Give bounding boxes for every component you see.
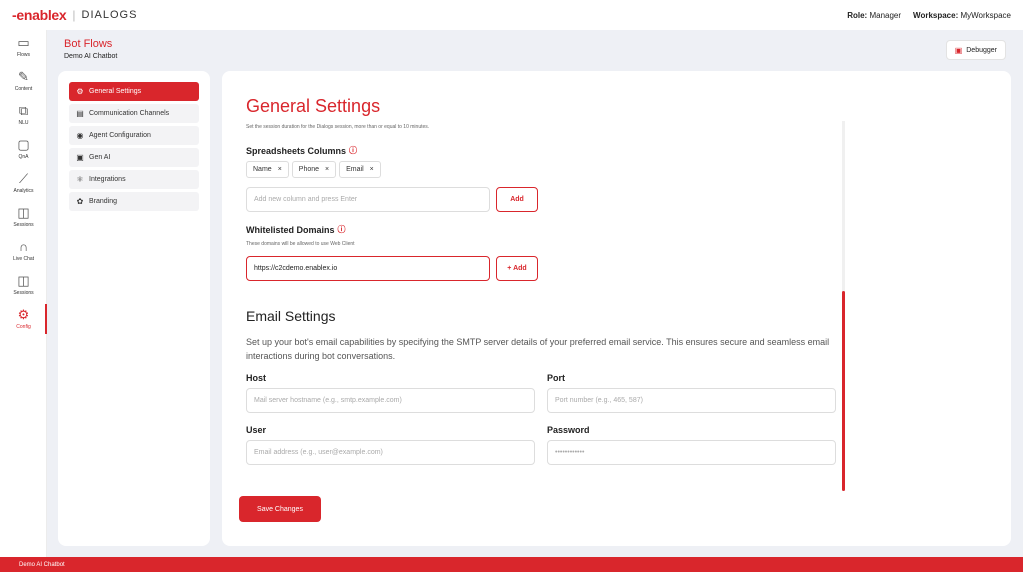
- close-icon[interactable]: ×: [278, 166, 282, 173]
- password-label: Password: [547, 425, 590, 435]
- domains-note: These domains will be allowed to use Web…: [246, 241, 355, 247]
- page-section[interactable]: Bot Flows: [64, 38, 117, 50]
- role-info: Role: Manager: [847, 10, 902, 20]
- column-chip-phone: Phone ×: [291, 161, 337, 178]
- rail-item-live-chat[interactable]: ∩ Live Chat: [0, 234, 47, 268]
- bot-name: Demo AI Chatbot: [64, 53, 118, 60]
- logo-separator: |: [72, 8, 76, 22]
- nav-agent-configuration[interactable]: ◉ Agent Configuration: [69, 126, 199, 145]
- column-chip-name: Name ×: [246, 161, 289, 178]
- port-label: Port: [547, 373, 565, 383]
- rail-item-qna[interactable]: ▢ QnA: [0, 132, 47, 166]
- rail-item-content[interactable]: ✎ Content: [0, 64, 47, 98]
- top-header: -enablex | DIALOGS Role: Manager Workspa…: [0, 0, 1023, 30]
- agent-icon: ◉: [76, 131, 84, 140]
- rail-item-flows[interactable]: ▭ Flows: [0, 30, 47, 64]
- page-header: Bot Flows Demo AI Chatbot: [64, 38, 117, 60]
- scrollbar-thumb[interactable]: [842, 291, 845, 491]
- nav-integrations[interactable]: ⚛ Integrations: [69, 170, 199, 189]
- rail-item-config[interactable]: ⚙ Config: [0, 302, 47, 336]
- debugger-icon: ▣: [954, 45, 963, 55]
- session-note: Set the session duration for the Dialogs…: [246, 124, 430, 130]
- email-settings-title: Email Settings: [246, 308, 336, 324]
- port-input[interactable]: Port number (e.g., 465, 587): [547, 388, 836, 413]
- settings-content: General Settings Set the session duratio…: [222, 71, 1011, 546]
- host-input[interactable]: Mail server hostname (e.g., smtp.example…: [246, 388, 535, 413]
- flows-icon: ▭: [17, 35, 30, 50]
- email-settings-description: Set up your bot's email capabilities by …: [246, 337, 830, 361]
- password-input[interactable]: ••••••••••••: [547, 440, 836, 465]
- rail-item-sessions[interactable]: ◫ Sessions: [0, 200, 47, 234]
- brand-name: -enablex: [12, 7, 67, 23]
- new-column-input[interactable]: Add new column and press Enter: [246, 187, 490, 212]
- column-chip-email: Email ×: [339, 161, 381, 178]
- footer-bar: Demo AI Chatbot: [0, 557, 1023, 572]
- user-context: Role: Manager Workspace: MyWorkspace: [847, 11, 1011, 20]
- sessions-icon: ◫: [17, 273, 30, 288]
- gear-icon: ⚙: [76, 87, 84, 96]
- branding-icon: ✿: [76, 197, 84, 206]
- workspace-info[interactable]: Workspace: MyWorkspace: [913, 11, 1011, 20]
- info-icon[interactable]: ⓘ: [338, 224, 346, 235]
- column-chips: Name × Phone × Email ×: [246, 161, 384, 178]
- channels-icon: ▤: [76, 109, 84, 118]
- spreadsheet-columns-label: Spreadsheets Columns ⓘ: [246, 145, 358, 156]
- nav-general-settings[interactable]: ⚙ General Settings: [69, 82, 199, 101]
- add-domain-button[interactable]: + Add: [496, 256, 538, 281]
- gear-icon: ⚙: [17, 307, 30, 322]
- whitelisted-domains-label: Whitelisted Domains ⓘ: [246, 224, 346, 235]
- nav-branding[interactable]: ✿ Branding: [69, 192, 199, 211]
- product-name: DIALOGS: [81, 9, 138, 21]
- debugger-button[interactable]: ▣ Debugger: [945, 40, 1006, 60]
- icon-rail: ▭ Flows ✎ Content ⧉ NLU ▢ QnA ⟋ Analytic…: [0, 30, 47, 557]
- main-area: Bot Flows Demo AI Chatbot ▣ Debugger ⚙ G…: [47, 30, 1023, 557]
- nav-gen-ai[interactable]: ▣ Gen AI: [69, 148, 199, 167]
- integrations-icon: ⚛: [76, 175, 84, 184]
- host-label: Host: [246, 373, 266, 383]
- nav-communication-channels[interactable]: ▤ Communication Channels: [69, 104, 199, 123]
- logo[interactable]: -enablex | DIALOGS: [12, 7, 137, 23]
- add-column-button[interactable]: Add: [496, 187, 538, 212]
- user-input[interactable]: Email address (e.g., user@example.com): [246, 440, 535, 465]
- ai-icon: ▣: [76, 153, 84, 162]
- pencil-icon: ✎: [18, 69, 29, 84]
- close-icon[interactable]: ×: [325, 166, 329, 173]
- save-changes-button[interactable]: Save Changes: [239, 496, 321, 522]
- rail-item-nlu[interactable]: ⧉ NLU: [0, 98, 47, 132]
- chart-icon: ⟋: [18, 171, 29, 186]
- chat-icon: ▢: [17, 137, 30, 152]
- settings-nav: ⚙ General Settings ▤ Communication Chann…: [58, 71, 210, 546]
- info-icon[interactable]: ⓘ: [349, 145, 357, 156]
- general-settings-title: General Settings: [246, 96, 381, 116]
- footer-bot-name: Demo AI Chatbot: [19, 561, 65, 568]
- headset-icon: ∩: [18, 239, 29, 254]
- translate-icon: ⧉: [18, 103, 29, 118]
- sessions-icon: ◫: [17, 205, 30, 220]
- rail-item-analytics[interactable]: ⟋ Analytics: [0, 166, 47, 200]
- user-label: User: [246, 425, 267, 435]
- close-icon[interactable]: ×: [370, 166, 374, 173]
- domain-input[interactable]: https://c2cdemo.enablex.io: [246, 256, 490, 281]
- rail-item-sessions-2[interactable]: ◫ Sessions: [0, 268, 47, 302]
